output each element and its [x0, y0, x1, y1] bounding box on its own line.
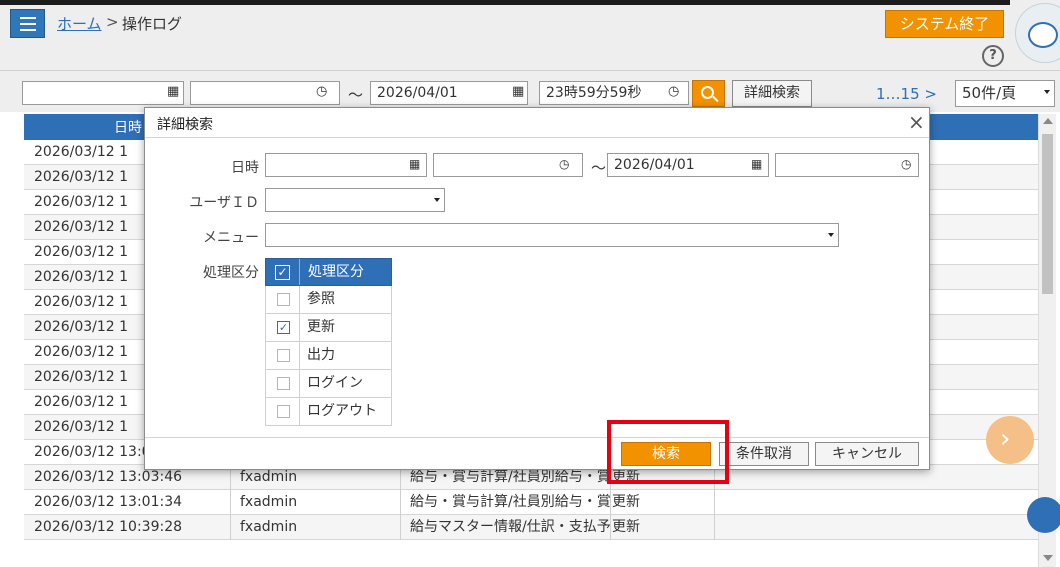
process-type-label: 参照	[307, 291, 335, 307]
chevron-down-icon	[828, 233, 834, 237]
cell-datetime: 2026/03/12 1	[34, 294, 129, 310]
scroll-up-icon[interactable]	[1043, 118, 1053, 124]
table-row[interactable]: 2026/03/12 13:01:34 fxadmin 給与・賞与計算/社員別給与・…	[24, 490, 1038, 515]
advanced-search-button[interactable]: 詳細検索	[732, 80, 812, 107]
cell-datetime: 2026/03/12 1	[34, 319, 129, 335]
dialog-title: 詳細検索	[157, 117, 213, 133]
column-header-datetime: 日時	[114, 120, 142, 136]
process-type-checkbox[interactable]: ✓	[277, 321, 290, 334]
process-type-label: 処理区分	[203, 265, 259, 281]
cell-datetime: 2026/03/12 1	[34, 244, 129, 260]
scroll-down-icon[interactable]	[1043, 555, 1053, 561]
calendar-icon[interactable]: ▦	[409, 157, 420, 171]
cell-user: fxadmin	[240, 519, 298, 535]
process-type-checkbox[interactable]	[277, 349, 290, 362]
cell-datetime: 2026/03/12 1	[34, 394, 129, 410]
page-title: 操作ログ	[122, 15, 183, 33]
cell-datetime: 2026/03/12 1	[34, 219, 129, 235]
calendar-icon[interactable]: ▦	[751, 157, 762, 171]
range-separator: ～	[591, 159, 607, 177]
time-to-input[interactable]	[775, 153, 919, 177]
clear-conditions-button[interactable]: 条件取消	[719, 442, 809, 466]
dialog-search-button[interactable]: 検索	[621, 442, 711, 466]
table-row[interactable]: 2026/03/12 10:39:28 fxadmin 給与マスター情報/仕訳・支払…	[24, 515, 1038, 540]
cell-menu: 給与マスター情報/仕訳・支払予定	[410, 519, 610, 535]
process-type-row[interactable]: 出力	[265, 342, 392, 370]
cell-datetime: 2026/03/12 1	[34, 169, 129, 185]
hamburger-menu-icon[interactable]	[10, 9, 45, 38]
cell-datetime: 2026/03/12 1	[34, 344, 129, 360]
chat-assistant-icon[interactable]	[1027, 497, 1060, 533]
date-to-input[interactable]: 2026/04/01	[607, 153, 769, 177]
chevron-right-icon: ›	[1000, 424, 1011, 454]
user-id-label: ユーザＩＤ	[189, 195, 259, 211]
system-exit-button[interactable]: システム終了	[885, 10, 1004, 38]
cell-user: fxadmin	[240, 494, 298, 510]
app-header: ホーム > 操作ログ システム終了 ?	[0, 0, 1060, 70]
breadcrumb-home-link[interactable]: ホーム	[57, 13, 102, 34]
process-type-row[interactable]: ✓ 更新	[265, 314, 392, 342]
search-bar: ▦ ◷ ～ 2026/04/01 ▦ 23時59分59秒 ◷ 詳細検索 1…15…	[0, 70, 1060, 112]
cell-datetime: 2026/03/12 10:39:28	[34, 519, 183, 535]
scrollbar-thumb[interactable]	[1042, 134, 1053, 294]
next-page-button[interactable]: ›	[986, 416, 1034, 464]
clock-icon[interactable]: ◷	[559, 157, 569, 171]
clock-icon[interactable]: ◷	[668, 84, 679, 99]
process-type-header-label: 処理区分	[299, 259, 364, 285]
process-type-row[interactable]: ログイン	[265, 370, 392, 398]
cell-type: 更新	[612, 519, 640, 535]
per-page-select[interactable]: 50件/頁	[955, 80, 1055, 107]
process-type-row[interactable]: ログアウト	[265, 398, 392, 426]
process-type-checkbox[interactable]	[277, 293, 290, 306]
cell-datetime: 2026/03/12 1	[34, 269, 129, 285]
menu-select[interactable]	[265, 223, 839, 247]
calendar-icon[interactable]: ▦	[512, 84, 524, 99]
process-type-label: 出力	[307, 347, 335, 363]
range-separator: ～	[348, 86, 364, 104]
advanced-search-dialog: 詳細検索 × 日時 ▦ ◷ ～ 2026/04/01 ▦ ◷ ユーザＩＤ メニュ…	[144, 107, 930, 470]
datetime-label: 日時	[231, 160, 259, 176]
cell-datetime: 2026/03/12 1	[34, 144, 129, 160]
top-rule	[0, 0, 1010, 5]
process-type-label: ログアウト	[307, 403, 377, 419]
search-time-to-input[interactable]: 23時59分59秒	[539, 81, 689, 105]
assistant-avatar-icon[interactable]	[1015, 3, 1060, 63]
search-button[interactable]	[692, 80, 725, 107]
cancel-button[interactable]: キャンセル	[815, 442, 919, 466]
process-type-checkbox[interactable]	[277, 377, 290, 390]
pagination[interactable]: 1…15 >	[876, 85, 937, 103]
select-all-checkbox[interactable]: ✓	[275, 265, 290, 280]
search-date-from-input[interactable]	[22, 81, 184, 105]
menu-label: メニュー	[203, 230, 259, 246]
process-type-row[interactable]: 参照	[265, 286, 392, 314]
process-type-label: 更新	[307, 319, 335, 335]
user-id-select[interactable]	[265, 188, 445, 212]
cell-datetime: 2026/03/12 1	[34, 194, 129, 210]
process-type-label: ログイン	[307, 375, 363, 391]
clock-icon[interactable]: ◷	[901, 157, 911, 171]
chevron-down-icon	[1044, 90, 1050, 94]
breadcrumb-separator: >	[106, 13, 119, 31]
date-from-input[interactable]	[265, 153, 427, 177]
cell-datetime: 2026/03/12 1	[34, 369, 129, 385]
process-type-header: ✓ 処理区分	[265, 258, 392, 286]
chevron-down-icon	[434, 198, 440, 202]
per-page-value: 50件/頁	[962, 84, 1017, 102]
search-date-to-input[interactable]: 2026/04/01	[370, 81, 528, 105]
cell-datetime: 2026/03/12 1	[34, 419, 129, 435]
cell-datetime: 2026/03/12 13:01:34	[34, 494, 183, 510]
clock-icon[interactable]: ◷	[316, 84, 327, 99]
calendar-icon[interactable]: ▦	[167, 84, 179, 99]
process-type-checkbox[interactable]	[277, 405, 290, 418]
cell-menu: 給与・賞与計算/社員別給与・賞与	[410, 494, 610, 510]
cell-type: 更新	[612, 494, 640, 510]
help-icon[interactable]: ?	[982, 45, 1004, 67]
close-icon[interactable]: ×	[908, 110, 925, 134]
